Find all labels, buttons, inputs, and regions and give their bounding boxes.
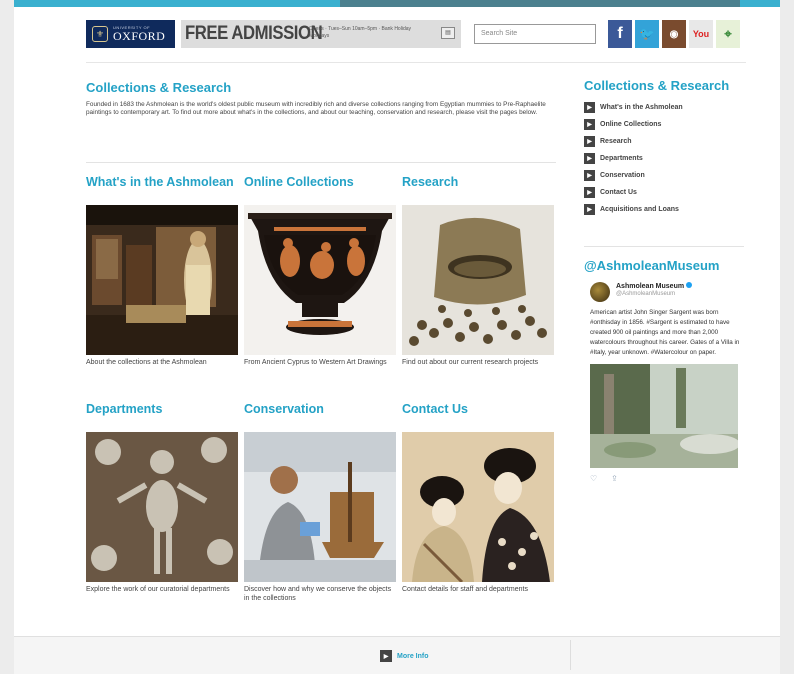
- main-content: Collections & Research Founded in 1683 t…: [86, 80, 556, 118]
- sidebar-title: Collections & Research: [584, 78, 730, 93]
- more-info-label: More Info: [397, 652, 429, 660]
- arrow-right-icon: ▶: [584, 153, 595, 164]
- card-title[interactable]: What's in the Ashmolean: [86, 175, 238, 205]
- oxford-crest-icon: ⚜: [92, 26, 108, 42]
- arrow-right-icon: ▶: [584, 136, 595, 147]
- tweet-author-name: Ashmolean Museum: [616, 283, 685, 290]
- textile-photo[interactable]: [86, 432, 238, 582]
- instagram-icon[interactable]: ◉: [662, 20, 686, 48]
- sidebar-item-acquisitions[interactable]: ▶ Acquisitions and Loans: [584, 201, 744, 218]
- twitter-icon[interactable]: 🐦: [635, 20, 659, 48]
- social-links: f 🐦 ◉ You ⌖: [608, 20, 740, 48]
- card-caption: Find out about our current research proj…: [402, 359, 539, 366]
- free-admission-text: FREE ADMISSION: [185, 23, 323, 44]
- card-conservation[interactable]: Conservation Discover how and why we con…: [244, 402, 396, 603]
- oxford-logo-text: OXFORD: [113, 29, 166, 43]
- card-research[interactable]: Research Find out about our current rese…: [402, 175, 554, 368]
- sidebar-item-label: Contact Us: [600, 189, 637, 196]
- tweet-text: American artist John Singer Sargent was …: [590, 309, 740, 356]
- card-caption: From Ancient Cyprus to Western Art Drawi…: [244, 359, 387, 366]
- content-divider: [86, 162, 556, 163]
- sidebar-item-whats-in[interactable]: ▶ What's in the Ashmolean: [584, 99, 744, 116]
- google-maps-icon[interactable]: ⌖: [716, 20, 740, 48]
- facebook-icon[interactable]: f: [608, 20, 632, 48]
- gallery-photo[interactable]: [86, 205, 238, 355]
- avatar[interactable]: [590, 282, 610, 302]
- header-divider: [86, 62, 746, 63]
- card-caption: Explore the work of our curatorial depar…: [86, 586, 230, 593]
- twitter-heading[interactable]: @AshmoleanMuseum: [584, 258, 719, 273]
- sidebar-divider: [584, 246, 744, 247]
- sidebar-item-label: Departments: [600, 155, 643, 162]
- admission-banner: FREE ADMISSION Opens · Tues–Sun 10am–5pm…: [181, 20, 461, 48]
- sidebar-item-contact-us[interactable]: ▶ Contact Us: [584, 184, 744, 201]
- sidebar-item-label: Research: [600, 138, 632, 145]
- site-header: ⚜ UNIVERSITY OF OXFORD FREE ADMISSION Op…: [86, 20, 746, 50]
- card-whats-in[interactable]: What's in the Ashmolean About the collec…: [86, 175, 238, 368]
- search-input[interactable]: Search Site: [474, 24, 596, 44]
- intro-paragraph: Founded in 1683 the Ashmolean is the wor…: [86, 101, 546, 117]
- arrow-right-icon: ▶: [584, 204, 595, 215]
- sidebar-item-label: Acquisitions and Loans: [600, 206, 679, 213]
- oxford-logo[interactable]: ⚜ UNIVERSITY OF OXFORD: [86, 20, 175, 48]
- arrow-right-icon: ▶: [584, 102, 595, 113]
- card-title[interactable]: Research: [402, 175, 554, 205]
- sidebar-item-online-collections[interactable]: ▶ Online Collections: [584, 116, 744, 133]
- sidebar-item-conservation[interactable]: ▶ Conservation: [584, 167, 744, 184]
- sidebar-item-departments[interactable]: ▶ Departments: [584, 150, 744, 167]
- share-icon[interactable]: ⇪: [611, 474, 618, 483]
- tweet-author[interactable]: Ashmolean Museum: [616, 282, 693, 291]
- sidebar-item-label: Conservation: [600, 172, 645, 179]
- card-contact-us[interactable]: Contact Us Contact details for staff and…: [402, 402, 554, 595]
- tweet-card: Ashmolean Museum @AshmoleanMuseum Americ…: [590, 282, 740, 483]
- card-title[interactable]: Departments: [86, 402, 238, 432]
- top-nav-strip: [340, 0, 740, 7]
- arrow-right-icon: ▶: [584, 170, 595, 181]
- sidebar-item-research[interactable]: ▶ Research: [584, 133, 744, 150]
- coin-pot-photo[interactable]: [402, 205, 554, 355]
- card-title[interactable]: Contact Us: [402, 402, 554, 432]
- tweet-image[interactable]: [590, 364, 738, 468]
- ticket-icon: ▤: [441, 27, 455, 39]
- tweet-actions: ♡ ⇪: [590, 474, 740, 483]
- like-icon[interactable]: ♡: [590, 474, 597, 483]
- sidebar-item-label: What's in the Ashmolean: [600, 104, 683, 111]
- card-caption: Contact details for staff and department…: [402, 586, 528, 593]
- footer-divider: [570, 640, 571, 670]
- tweet-handle: @AshmoleanMuseum: [616, 291, 676, 297]
- card-online-collections[interactable]: Online Collections From Ancient Cyprus t…: [244, 175, 396, 368]
- verified-icon: [686, 282, 693, 288]
- arrow-right-icon: ▶: [584, 187, 595, 198]
- card-title[interactable]: Online Collections: [244, 175, 396, 205]
- youtube-icon[interactable]: You: [689, 20, 713, 48]
- conservator-photo[interactable]: [244, 432, 396, 582]
- arrow-right-icon: ▶: [380, 650, 392, 662]
- card-caption: About the collections at the Ashmolean: [86, 359, 207, 366]
- japanese-print-photo[interactable]: [402, 432, 554, 582]
- sidebar-menu: ▶ What's in the Ashmolean ▶ Online Collect…: [584, 99, 744, 218]
- sidebar-item-label: Online Collections: [600, 121, 662, 128]
- page-title: Collections & Research: [86, 80, 232, 95]
- arrow-right-icon: ▶: [584, 119, 595, 130]
- card-title[interactable]: Conservation: [244, 402, 396, 432]
- opening-hours-text: Opens · Tues–Sun 10am–5pm · Bank Holiday…: [309, 26, 411, 39]
- sidebar: Collections & Research ▶ What's in the As…: [584, 78, 744, 218]
- greek-vase-photo[interactable]: [244, 205, 396, 355]
- more-info-link[interactable]: ▶ More Info: [380, 650, 429, 662]
- card-caption: Discover how and why we conserve the obj…: [244, 586, 392, 602]
- card-departments[interactable]: Departments Explore the work of our cura…: [86, 402, 238, 595]
